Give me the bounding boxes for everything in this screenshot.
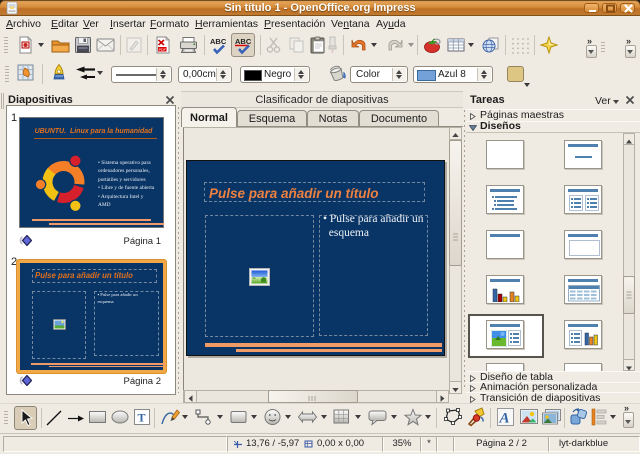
svg-text:ABC: ABC — [210, 37, 227, 46]
svg-text:PDF: PDF — [159, 48, 167, 52]
svg-text:A: A — [499, 411, 510, 427]
svg-text:ABC: ABC — [235, 37, 252, 46]
svg-text:T: T — [138, 411, 146, 425]
